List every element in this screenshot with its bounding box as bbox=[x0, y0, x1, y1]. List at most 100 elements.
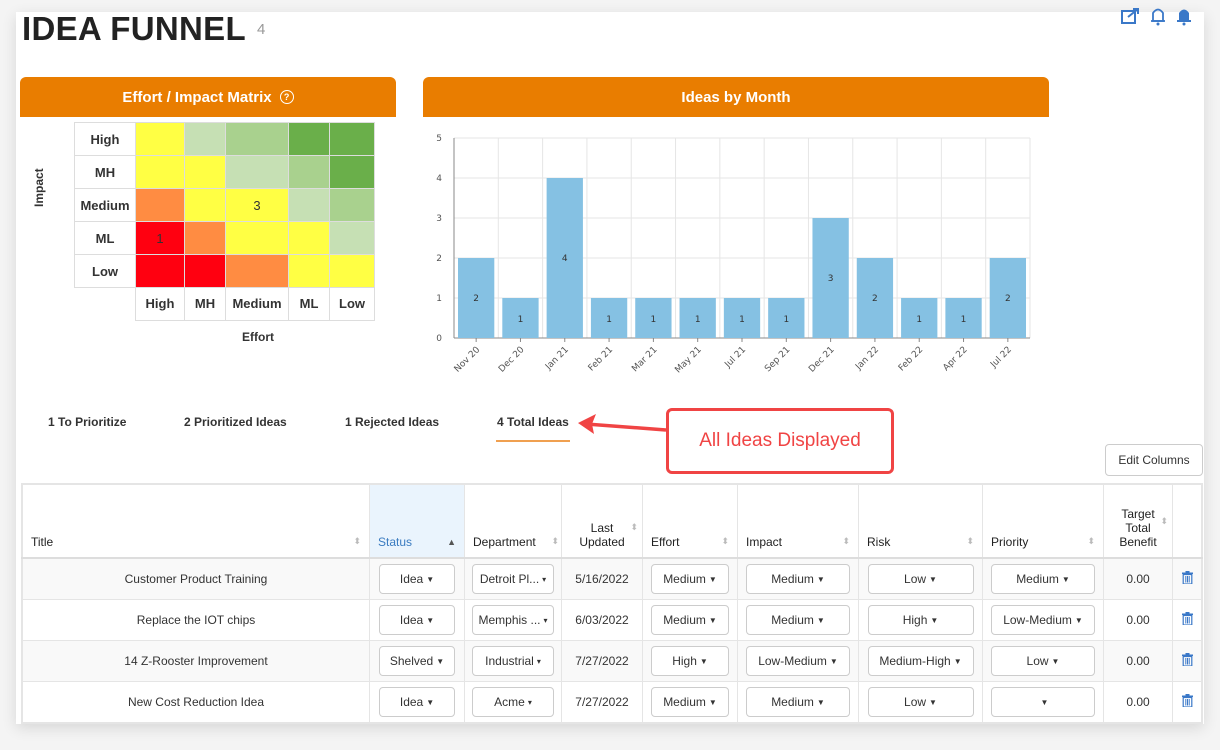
impact-dropdown[interactable]: Medium ▼ bbox=[746, 605, 850, 635]
row-actions bbox=[1172, 640, 1203, 682]
matrix-cell[interactable] bbox=[329, 221, 375, 255]
status-dropdown[interactable]: Shelved ▼ bbox=[379, 646, 455, 676]
caret-down-icon: ▼ bbox=[929, 574, 937, 584]
matrix-cell[interactable] bbox=[288, 254, 330, 288]
matrix-cell[interactable] bbox=[288, 221, 330, 255]
bar-data-label: 2 bbox=[473, 294, 479, 304]
impact-dropdown[interactable]: Medium ▼ bbox=[746, 687, 850, 717]
matrix-cell[interactable] bbox=[225, 221, 289, 255]
column-header-risk[interactable]: Risk ⬍ bbox=[858, 483, 983, 559]
column-header-title[interactable]: Title ⬍ bbox=[21, 483, 370, 559]
table-row[interactable]: Replace the IOT chips Idea ▼ Memphis ... ▾ 6/… bbox=[21, 599, 1203, 641]
matrix-cell[interactable] bbox=[329, 188, 375, 222]
status-dropdown[interactable]: Idea ▼ bbox=[379, 605, 455, 635]
trash-icon[interactable] bbox=[1181, 571, 1193, 587]
department-dropdown[interactable]: Acme ▾ bbox=[472, 687, 554, 717]
matrix-cell[interactable] bbox=[135, 188, 185, 222]
department-dropdown[interactable]: Memphis ... ▾ bbox=[472, 605, 554, 635]
matrix-cell[interactable] bbox=[288, 155, 330, 189]
bell-outline-icon[interactable] bbox=[1148, 6, 1168, 31]
edit-columns-button[interactable]: Edit Columns bbox=[1105, 444, 1203, 476]
chart-panel-header: Ideas by Month bbox=[423, 77, 1049, 117]
impact-dropdown-value: Medium bbox=[771, 572, 814, 586]
matrix-column-label: ML bbox=[288, 287, 330, 321]
table-row[interactable]: New Cost Reduction Idea Idea ▼ Acme ▾ 7/27/20… bbox=[21, 681, 1203, 724]
department-dropdown[interactable]: Detroit Pl... ▾ bbox=[472, 564, 554, 594]
table-row[interactable]: 14 Z-Rooster Improvement Shelved ▼ Industri… bbox=[21, 640, 1203, 682]
matrix-cell[interactable]: 1 bbox=[135, 221, 185, 255]
status-dropdown[interactable]: Idea ▼ bbox=[379, 687, 455, 717]
risk-dropdown[interactable]: High ▼ bbox=[867, 605, 974, 635]
matrix-row-label: ML bbox=[74, 221, 136, 255]
header-actions bbox=[1120, 6, 1194, 31]
matrix-cell[interactable] bbox=[329, 254, 375, 288]
tab-rejected-ideas[interactable]: 1 Rejected Ideas bbox=[345, 415, 439, 429]
impact-dropdown[interactable]: Medium ▼ bbox=[746, 564, 850, 594]
effort-dropdown[interactable]: Medium ▼ bbox=[651, 687, 729, 717]
matrix-cell[interactable] bbox=[135, 122, 185, 156]
matrix-cell[interactable] bbox=[225, 122, 289, 156]
x-tick-label: Dec 20 bbox=[497, 345, 527, 375]
share-icon[interactable] bbox=[1120, 6, 1142, 31]
matrix-cell[interactable] bbox=[184, 188, 226, 222]
idea-title[interactable]: Customer Product Training bbox=[21, 557, 370, 600]
matrix-cell[interactable] bbox=[225, 254, 289, 288]
column-header-department[interactable]: Department ⬍ bbox=[464, 483, 562, 559]
matrix-cell[interactable] bbox=[225, 155, 289, 189]
impact-dropdown[interactable]: Low-Medium ▼ bbox=[746, 646, 850, 676]
matrix-cell[interactable] bbox=[184, 155, 226, 189]
effort-dropdown-cell: Medium ▼ bbox=[642, 681, 738, 724]
idea-title[interactable]: New Cost Reduction Idea bbox=[21, 681, 370, 724]
page-title: IDEA FUNNEL bbox=[22, 10, 246, 47]
trash-icon[interactable] bbox=[1181, 653, 1193, 669]
help-icon[interactable]: ? bbox=[279, 90, 294, 104]
risk-dropdown[interactable]: Low ▼ bbox=[867, 687, 974, 717]
table-row[interactable]: Customer Product Training Idea ▼ Detroit Pl… bbox=[21, 557, 1203, 600]
department-dropdown[interactable]: Industrial ▾ bbox=[472, 646, 554, 676]
target-total-benefit-cell: 0.00 bbox=[1103, 681, 1173, 724]
column-header-priority[interactable]: Priority ⬍ bbox=[982, 483, 1104, 559]
column-header-effort[interactable]: Effort ⬍ bbox=[642, 483, 738, 559]
effort-dropdown[interactable]: High ▼ bbox=[651, 646, 729, 676]
priority-dropdown[interactable]: Low-Medium ▼ bbox=[991, 605, 1095, 635]
matrix-cell[interactable] bbox=[288, 188, 330, 222]
priority-dropdown[interactable]: Medium ▼ bbox=[991, 564, 1095, 594]
risk-dropdown[interactable]: Medium-High ▼ bbox=[867, 646, 974, 676]
column-header-impact[interactable]: Impact ⬍ bbox=[737, 483, 859, 559]
matrix-cell[interactable] bbox=[135, 155, 185, 189]
matrix-cell[interactable] bbox=[329, 155, 375, 189]
column-header-last-updated[interactable]: Last Updated ⬍ bbox=[561, 483, 643, 559]
matrix-cell[interactable]: 3 bbox=[225, 188, 289, 222]
trash-icon[interactable] bbox=[1181, 612, 1193, 628]
matrix-cell[interactable] bbox=[135, 254, 185, 288]
trash-icon[interactable] bbox=[1181, 694, 1193, 710]
effort-impact-matrix: High MH Medium 3 ML 1 Low High MH Medium ML Low bbox=[74, 122, 375, 321]
sort-icon: ⬍ bbox=[966, 536, 974, 546]
effort-dropdown[interactable]: Medium ▼ bbox=[651, 564, 729, 594]
status-dropdown[interactable]: Idea ▼ bbox=[379, 564, 455, 594]
bar-data-label: 1 bbox=[783, 315, 789, 325]
bell-filled-icon[interactable] bbox=[1174, 6, 1194, 31]
matrix-cell[interactable] bbox=[184, 122, 226, 156]
matrix-row-label: Low bbox=[74, 254, 136, 288]
matrix-row: Low bbox=[74, 254, 375, 288]
caret-down-icon: ▼ bbox=[426, 574, 435, 584]
tab-to-prioritize[interactable]: 1 To Prioritize bbox=[48, 415, 126, 429]
matrix-cell[interactable] bbox=[184, 254, 226, 288]
matrix-panel-header: Effort / Impact Matrix ? bbox=[20, 77, 396, 117]
effort-dropdown[interactable]: Medium ▼ bbox=[651, 605, 729, 635]
risk-dropdown-cell: Medium-High ▼ bbox=[858, 640, 983, 682]
priority-dropdown[interactable]: Low ▼ bbox=[991, 646, 1095, 676]
idea-title[interactable]: 14 Z-Rooster Improvement bbox=[21, 640, 370, 682]
column-header-status[interactable]: Status ▲ bbox=[369, 483, 465, 559]
matrix-cell[interactable] bbox=[184, 221, 226, 255]
priority-dropdown[interactable]: ▼ bbox=[991, 687, 1095, 717]
matrix-cell[interactable] bbox=[329, 122, 375, 156]
priority-dropdown-cell: ▼ bbox=[982, 681, 1104, 724]
tab-total-ideas[interactable]: 4 Total Ideas bbox=[497, 415, 569, 429]
matrix-cell[interactable] bbox=[288, 122, 330, 156]
column-header-target-total-benefit[interactable]: Target Total Benefit ⬍ bbox=[1103, 483, 1173, 559]
idea-title[interactable]: Replace the IOT chips bbox=[21, 599, 370, 641]
risk-dropdown[interactable]: Low ▼ bbox=[867, 564, 974, 594]
tab-prioritized-ideas[interactable]: 2 Prioritized Ideas bbox=[184, 415, 287, 429]
